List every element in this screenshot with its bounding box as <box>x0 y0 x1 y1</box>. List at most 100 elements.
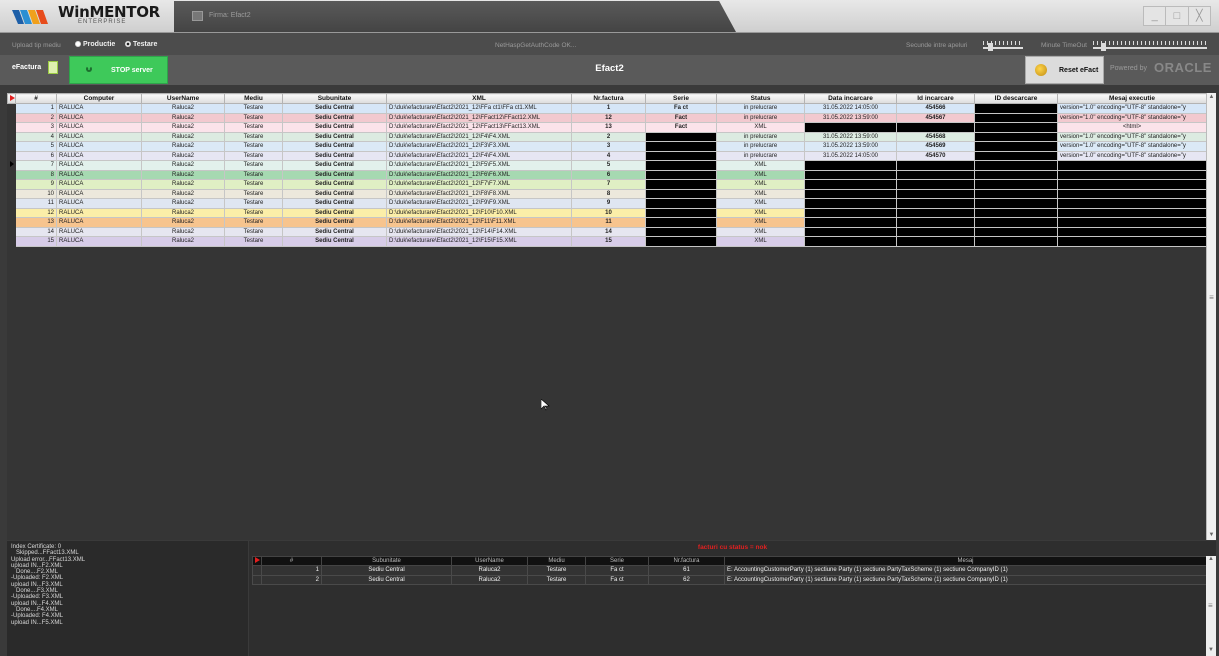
cell-mediu[interactable]: Testare <box>224 150 283 161</box>
nok-header-mesaj[interactable]: Mesaj <box>724 556 1207 566</box>
cell-id-incarcare[interactable] <box>896 236 975 247</box>
cell-nr-factura[interactable]: 15 <box>571 236 646 247</box>
cell-xml[interactable]: D:\duk\efacturare\Efact2\2021_12\F5\F5.X… <box>386 160 572 171</box>
cell-data-incarcare[interactable]: 31.05.2022 13:59:00 <box>804 141 897 152</box>
cell-serie[interactable] <box>645 131 717 142</box>
cell-nr-factura[interactable]: 11 <box>571 217 646 228</box>
cell-computer[interactable]: RALUCA <box>56 188 142 199</box>
cell-subunitate[interactable]: Sediu Central <box>282 179 387 190</box>
firma-tab[interactable]: Firma: Efact2 <box>174 1 736 32</box>
nok-vertical-scrollbar[interactable]: ▲ ≡ ▼ <box>1206 556 1216 656</box>
cell-nr[interactable]: 3 <box>15 122 57 133</box>
cell-id-descarcare[interactable] <box>974 131 1058 142</box>
cell-status[interactable]: XML <box>716 207 805 218</box>
table-row[interactable]: 7 RALUCA Raluca2 Testare Sediu Central D:\duk… <box>7 160 1207 171</box>
table-row[interactable]: 8 RALUCA Raluca2 Testare Sediu Central D:\duk… <box>7 169 1207 180</box>
cell-data-incarcare[interactable] <box>804 179 897 190</box>
cell-nr-factura[interactable]: 13 <box>571 122 646 133</box>
cell-serie[interactable] <box>645 150 717 161</box>
header-xml[interactable]: XML <box>386 93 572 104</box>
cell-status[interactable]: in prelucrare <box>716 141 805 152</box>
table-row[interactable]: 6 RALUCA Raluca2 Testare Sediu Central D:\duk… <box>7 150 1207 161</box>
header-mediu[interactable]: Mediu <box>224 93 283 104</box>
cell-id-incarcare[interactable] <box>896 207 975 218</box>
cell-id-descarcare[interactable] <box>974 198 1058 209</box>
cell-computer[interactable]: RALUCA <box>56 198 142 209</box>
nok-cell-mesaj[interactable]: E: AccountingCustomerParty (1) sectiune … <box>724 574 1207 585</box>
nok-cell-mediu[interactable]: Testare <box>527 574 586 585</box>
cell-subunitate[interactable]: Sediu Central <box>282 236 387 247</box>
nok-cell-serie[interactable]: Fa ct <box>585 565 649 576</box>
table-row[interactable]: 11 RALUCA Raluca2 Testare Sediu Central D:\du… <box>7 198 1207 209</box>
cell-id-incarcare[interactable]: 454566 <box>896 103 975 114</box>
cell-status[interactable]: in prelucrare <box>716 112 805 123</box>
cell-serie[interactable] <box>645 226 717 237</box>
cell-serie[interactable] <box>645 236 717 247</box>
cell-computer[interactable]: RALUCA <box>56 169 142 180</box>
cell-id-incarcare[interactable] <box>896 179 975 190</box>
cell-id-incarcare[interactable] <box>896 217 975 228</box>
reset-efact-button[interactable]: Reset eFact <box>1025 56 1104 84</box>
cell-status[interactable]: XML <box>716 198 805 209</box>
cell-xml[interactable]: D:\duk\efacturare\Efact2\2021_12\F3\F3.X… <box>386 141 572 152</box>
cell-serie[interactable]: Fact <box>645 122 717 133</box>
cell-id-incarcare[interactable] <box>896 188 975 199</box>
cell-xml[interactable]: D:\duk\efacturare\Efact2\2021_12\F10\F10… <box>386 207 572 218</box>
header-mesaj-executie[interactable]: Mesaj executie <box>1057 93 1207 104</box>
minute-slider-thumb[interactable] <box>1101 43 1106 51</box>
cell-nr[interactable]: 12 <box>15 207 57 218</box>
cell-data-incarcare[interactable] <box>804 122 897 133</box>
cell-serie[interactable]: Fa ct <box>645 103 717 114</box>
cell-username[interactable]: Raluca2 <box>141 160 225 171</box>
table-row[interactable]: 4 RALUCA Raluca2 Testare Sediu Central D:\duk… <box>7 131 1207 142</box>
radio-testare[interactable]: Testare <box>125 41 157 48</box>
nok-cell-mediu[interactable]: Testare <box>527 565 586 576</box>
cell-mediu[interactable]: Testare <box>224 122 283 133</box>
cell-subunitate[interactable]: Sediu Central <box>282 103 387 114</box>
nok-header-nr-factura[interactable]: Nr.factura <box>648 556 725 566</box>
header-id-descarcare[interactable]: ID descarcare <box>974 93 1058 104</box>
header-subunitate[interactable]: Subunitate <box>282 93 387 104</box>
nok-scroll-down-icon[interactable]: ▼ <box>1206 647 1216 656</box>
cell-id-descarcare[interactable] <box>974 236 1058 247</box>
cell-xml[interactable]: D:\duk\efacturare\Efact2\2021_12\F7\F7.X… <box>386 179 572 190</box>
cell-nr-factura[interactable]: 10 <box>571 207 646 218</box>
nok-table-row[interactable]: 1 Sediu Central Raluca2 Testare Fa ct 61 E: Ac… <box>252 565 1207 576</box>
cell-subunitate[interactable]: Sediu Central <box>282 141 387 152</box>
cell-status[interactable]: XML <box>716 122 805 133</box>
cell-mediu[interactable]: Testare <box>224 198 283 209</box>
cell-xml[interactable]: D:\duk\efacturare\Efact2\2021_12\F14\F14… <box>386 226 572 237</box>
cell-subunitate[interactable]: Sediu Central <box>282 160 387 171</box>
cell-nr[interactable]: 13 <box>15 217 57 228</box>
cell-computer[interactable]: RALUCA <box>56 179 142 190</box>
table-row[interactable]: 9 RALUCA Raluca2 Testare Sediu Central D:\duk… <box>7 179 1207 190</box>
cell-mediu[interactable]: Testare <box>224 179 283 190</box>
cell-subunitate[interactable]: Sediu Central <box>282 122 387 133</box>
nok-cell-nr[interactable]: 1 <box>261 565 322 576</box>
cell-username[interactable]: Raluca2 <box>141 141 225 152</box>
cell-mediu[interactable]: Testare <box>224 103 283 114</box>
cell-computer[interactable]: RALUCA <box>56 131 142 142</box>
nok-cell-subunitate[interactable]: Sediu Central <box>321 574 452 585</box>
header-nr-factura[interactable]: Nr.factura <box>571 93 646 104</box>
cell-computer[interactable]: RALUCA <box>56 112 142 123</box>
cell-mesaj-executie[interactable]: <html> <box>1057 122 1207 133</box>
cell-mesaj-executie[interactable] <box>1057 198 1207 209</box>
cell-id-incarcare[interactable] <box>896 226 975 237</box>
cell-id-descarcare[interactable] <box>974 226 1058 237</box>
header-username[interactable]: UserName <box>141 93 225 104</box>
cell-id-descarcare[interactable] <box>974 103 1058 114</box>
cell-username[interactable]: Raluca2 <box>141 150 225 161</box>
cell-data-incarcare[interactable] <box>804 198 897 209</box>
cell-status[interactable]: in prelucrare <box>716 150 805 161</box>
nok-header-subunitate[interactable]: Subunitate <box>321 556 452 566</box>
cell-nr-factura[interactable]: 4 <box>571 150 646 161</box>
cell-status[interactable]: XML <box>716 179 805 190</box>
cell-username[interactable]: Raluca2 <box>141 179 225 190</box>
cell-mediu[interactable]: Testare <box>224 188 283 199</box>
cell-nr[interactable]: 14 <box>15 226 57 237</box>
cell-id-descarcare[interactable] <box>974 188 1058 199</box>
cell-data-incarcare[interactable]: 31.05.2022 14:05:00 <box>804 103 897 114</box>
cell-data-incarcare[interactable] <box>804 226 897 237</box>
cell-mediu[interactable]: Testare <box>224 236 283 247</box>
